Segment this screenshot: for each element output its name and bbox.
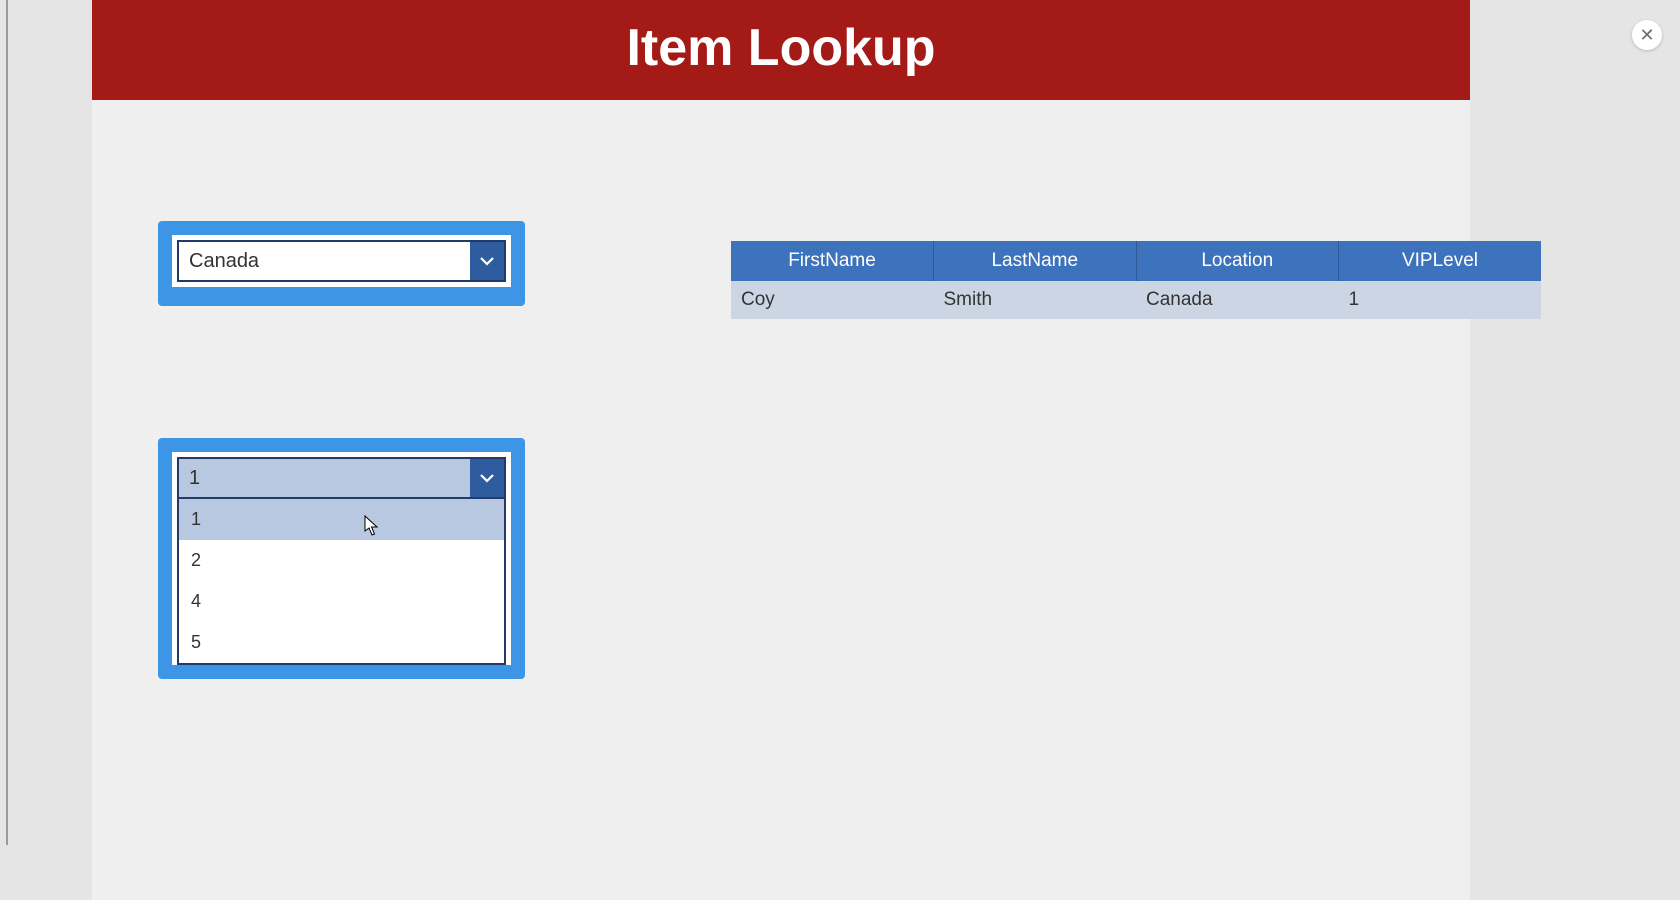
vip-dropdown-container: 1 1245 [158, 438, 525, 679]
col-lastname[interactable]: LastName [934, 241, 1137, 281]
page-title: Item Lookup [92, 0, 1470, 100]
vip-option[interactable]: 4 [179, 581, 504, 622]
table-row[interactable]: CoySmithCanada1 [731, 281, 1541, 319]
vip-option[interactable]: 2 [179, 540, 504, 581]
col-location[interactable]: Location [1136, 241, 1339, 281]
cell-location: Canada [1136, 281, 1339, 319]
chevron-down-icon[interactable] [470, 459, 504, 497]
vip-option[interactable]: 5 [179, 622, 504, 663]
results-table: FirstName LastName Location VIPLevel Coy… [731, 241, 1541, 319]
location-dropdown-value: Canada [179, 242, 470, 280]
table-header-row: FirstName LastName Location VIPLevel [731, 241, 1541, 281]
location-dropdown-inner: Canada [172, 235, 511, 287]
close-icon: ✕ [1639, 25, 1654, 46]
chevron-down-icon[interactable] [470, 242, 504, 280]
cell-lastname: Smith [934, 281, 1137, 319]
vip-dropdown-list: 1245 [177, 499, 506, 665]
cell-firstname: Coy [731, 281, 934, 319]
location-dropdown-container: Canada [158, 221, 525, 306]
col-firstname[interactable]: FirstName [731, 241, 934, 281]
vip-dropdown-value: 1 [179, 459, 470, 497]
location-dropdown[interactable]: Canada [177, 240, 506, 282]
cell-viplevel: 1 [1339, 281, 1542, 319]
vip-dropdown[interactable]: 1 [177, 457, 506, 499]
close-button[interactable]: ✕ [1632, 20, 1662, 50]
col-viplevel[interactable]: VIPLevel [1339, 241, 1542, 281]
vip-option[interactable]: 1 [179, 499, 504, 540]
window-edge [6, 0, 8, 845]
vip-dropdown-inner: 1 1245 [172, 452, 511, 665]
